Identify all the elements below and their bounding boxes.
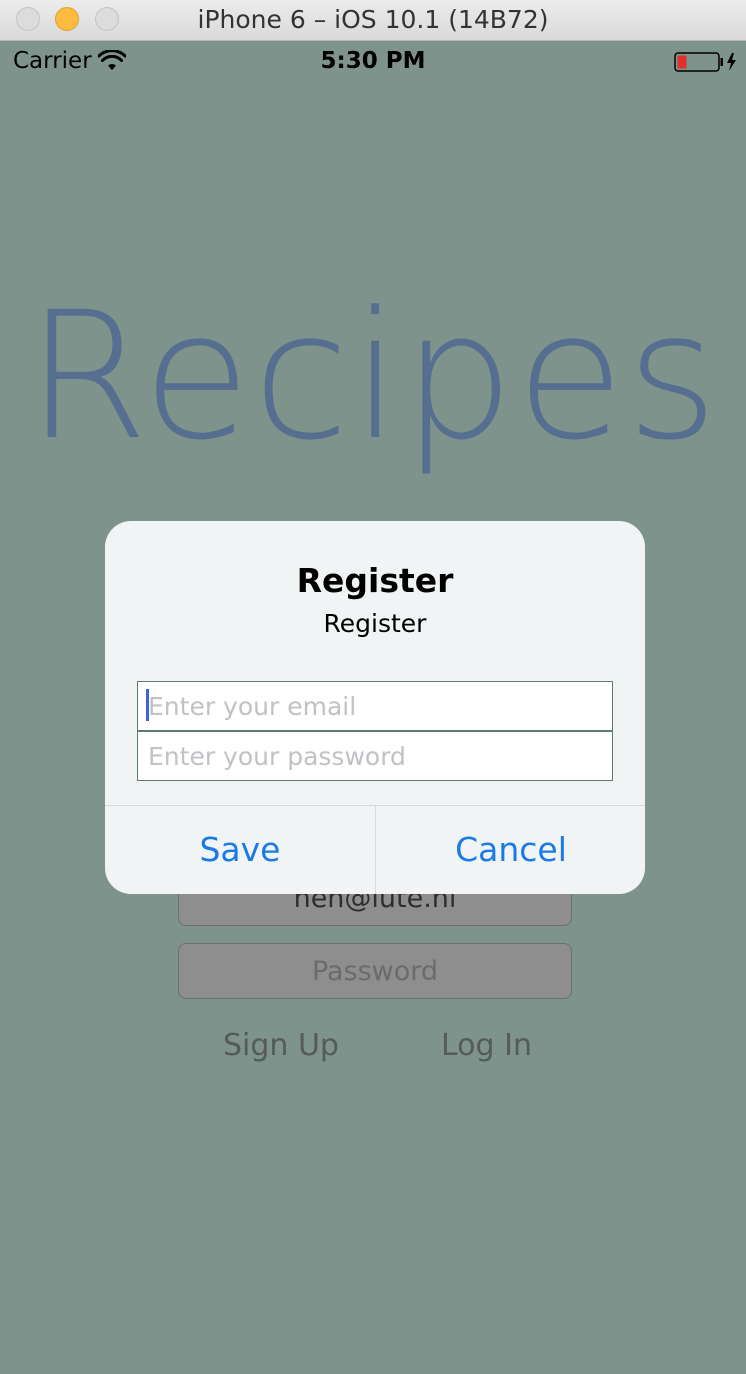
password-field[interactable]: Password [178, 943, 572, 999]
sign-up-button[interactable]: Sign Up [223, 1028, 339, 1063]
battery-icon [674, 52, 736, 72]
register-password-input[interactable] [137, 731, 613, 781]
save-button[interactable]: Save [105, 806, 375, 894]
alert-message: Register [323, 609, 427, 638]
text-cursor [146, 689, 149, 721]
register-email-input[interactable] [137, 681, 613, 731]
app-title: Recipes [25, 274, 721, 479]
simulator-title-bar: iPhone 6 – iOS 10.1 (14B72) [0, 0, 746, 41]
simulator-window: iPhone 6 – iOS 10.1 (14B72) Carrier 5:30… [0, 0, 746, 1374]
status-bar: Carrier 5:30 PM [0, 40, 746, 80]
alert-title: Register [296, 561, 454, 600]
register-alert-dialog: Register Register Save Cancel [105, 521, 645, 894]
status-time: 5:30 PM [320, 48, 426, 74]
log-in-button[interactable]: Log In [441, 1028, 532, 1063]
cancel-button[interactable]: Cancel [376, 806, 645, 894]
charging-bolt-icon [727, 53, 736, 71]
window-title: iPhone 6 – iOS 10.1 (14B72) [197, 5, 549, 34]
